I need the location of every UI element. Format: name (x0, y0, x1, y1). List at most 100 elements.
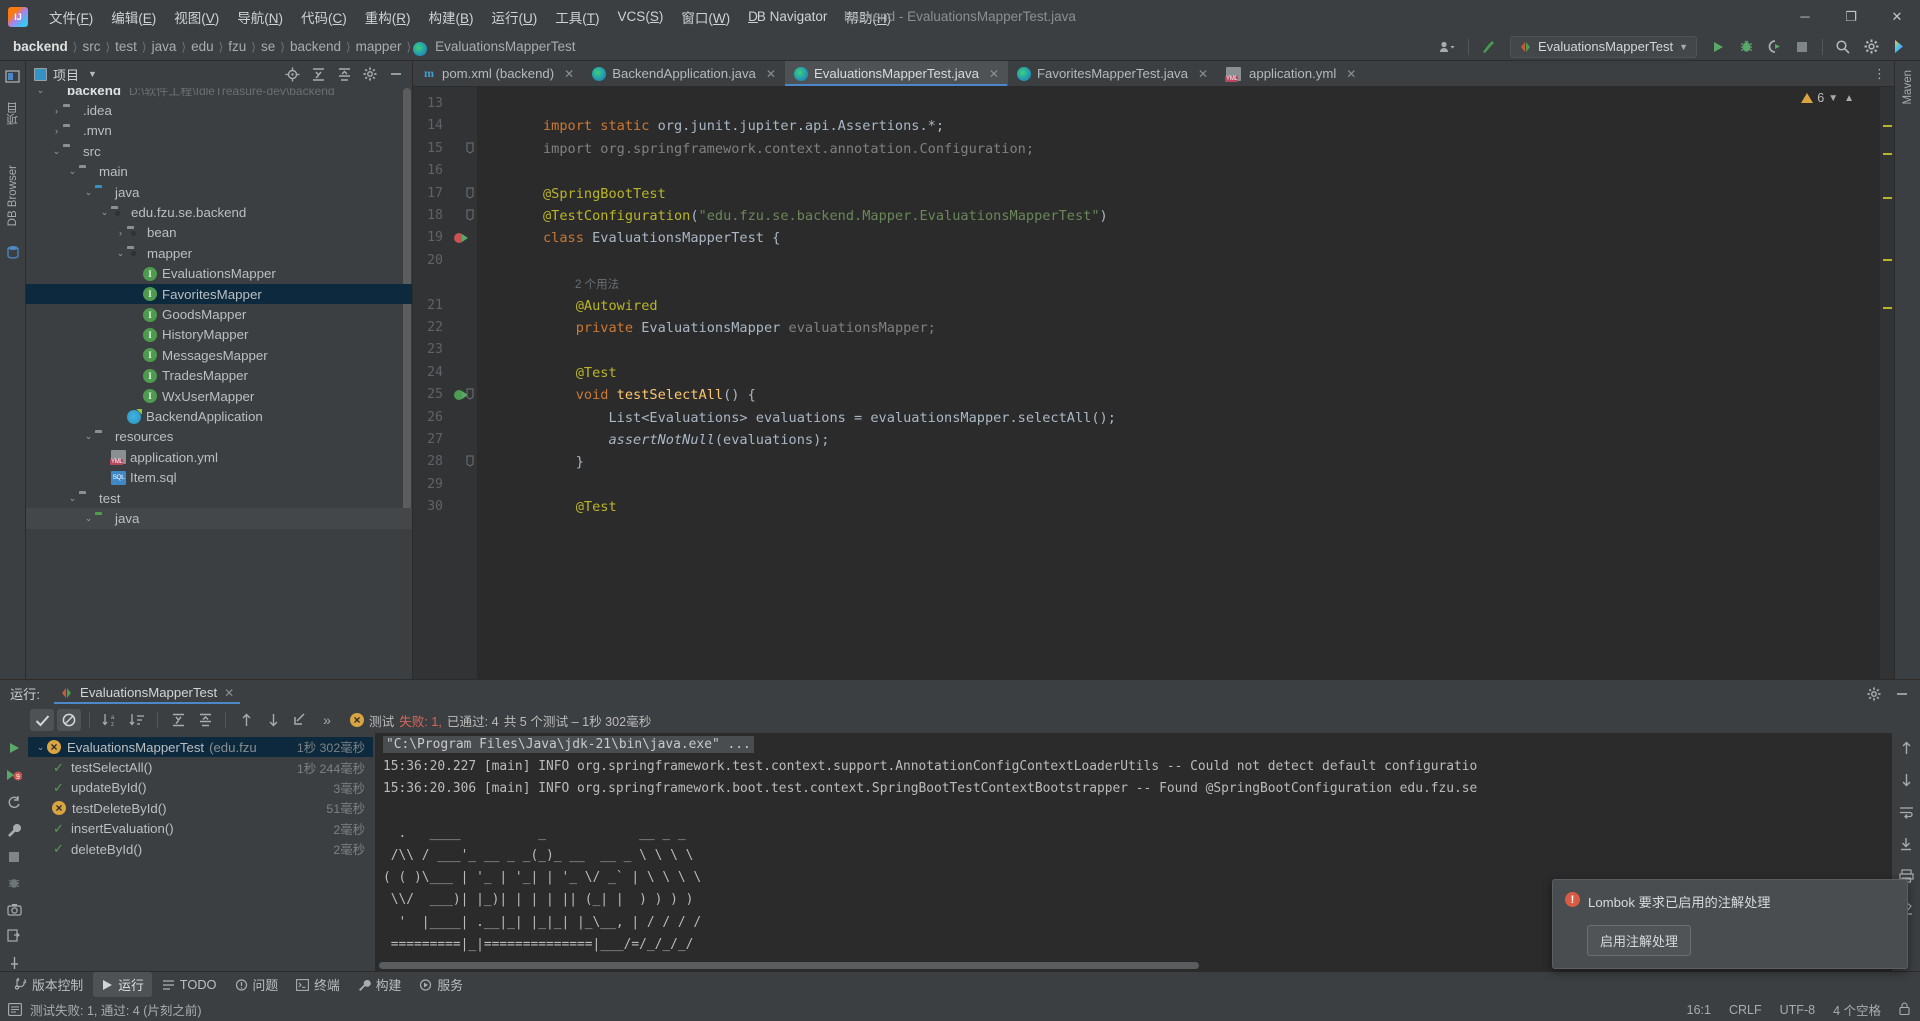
breadcrumb-item-mapper[interactable]: mapper (353, 38, 405, 55)
tree-expand-arrow[interactable]: ⌄ (82, 187, 95, 198)
tree-expand-arrow[interactable]: ⌄ (34, 742, 47, 753)
menu-edit[interactable]: 编辑(E) (102, 3, 165, 31)
soft-wrap-icon[interactable] (1897, 803, 1915, 821)
tree-expand-arrow[interactable]: › (114, 228, 127, 238)
inspection-status[interactable]: 6 ▼ ▲ (1801, 91, 1854, 105)
event-log-icon[interactable] (8, 1003, 22, 1016)
close-icon[interactable]: ✕ (1198, 67, 1208, 81)
tree-expand-arrow[interactable]: › (50, 126, 63, 136)
export-test-results-button[interactable] (288, 709, 312, 731)
lombok-notification[interactable]: Lombok 要求已启用的注解处理 启用注解处理 (1552, 879, 1908, 969)
lock-icon[interactable] (1899, 1002, 1910, 1018)
show-passed-button[interactable] (30, 709, 54, 731)
tree-expand-arrow[interactable]: ⌄ (82, 431, 95, 442)
tool-window-vcs[interactable]: 版本控制 (6, 972, 91, 997)
debug-icon[interactable] (5, 876, 23, 890)
test-tree-row[interactable]: ✓ testSelectAll() 1秒 244毫秒 (28, 757, 373, 777)
project-tree-node[interactable]: application.yml (26, 447, 412, 467)
hide-panel-icon[interactable] (384, 63, 408, 85)
prev-failed-button[interactable] (234, 709, 258, 731)
menu-view[interactable]: 视图(V) (165, 3, 228, 31)
project-tree-node[interactable]: ⌄ java (26, 182, 412, 202)
run-panel-tab[interactable]: EvaluationsMapperTest ✕ (54, 683, 241, 704)
user-icon[interactable] (1435, 35, 1461, 59)
caret-position[interactable]: 16:1 (1687, 1003, 1711, 1017)
code-fold-icon[interactable] (465, 209, 475, 224)
project-tree-node[interactable]: ⌄ java (26, 508, 412, 529)
chevron-down-icon[interactable]: ▼ (88, 69, 97, 79)
project-tree-node[interactable]: › bean (26, 223, 412, 243)
close-icon[interactable]: ✕ (224, 686, 234, 700)
project-tree-node[interactable]: I WxUserMapper (26, 386, 412, 406)
settings-icon[interactable] (358, 63, 382, 85)
breadcrumb-item-class[interactable]: EvaluationsMapperTest (432, 38, 578, 55)
editor-tab-3[interactable]: FavoritesMapperTest.java ✕ (1008, 61, 1217, 86)
sidebar-item-db-browser[interactable]: DB Browser (6, 162, 20, 229)
sort-alphabetically-button[interactable]: az (98, 709, 122, 731)
stop-icon[interactable] (5, 851, 23, 863)
breadcrumb-item-src[interactable]: src (79, 38, 103, 55)
project-tree-node[interactable]: ⌄ mapper (26, 243, 412, 263)
project-tree-node[interactable]: I HistoryMapper (26, 325, 412, 345)
enable-annotation-processing-button[interactable]: 启用注解处理 (1587, 925, 1692, 956)
tool-window-build[interactable]: 构建 (350, 972, 410, 997)
hide-ignored-button[interactable] (57, 709, 81, 731)
test-tree-row[interactable]: ✓ updateById() 3毫秒 (28, 778, 373, 798)
camera-icon[interactable] (5, 903, 23, 916)
stop-icon[interactable] (1789, 35, 1815, 59)
rerun-icon[interactable] (5, 741, 23, 755)
breadcrumb-item-java[interactable]: java (149, 38, 180, 55)
breadcrumb-item-backend-pkg[interactable]: backend (287, 38, 344, 55)
project-tool-icon[interactable] (4, 67, 22, 85)
project-tree-node[interactable]: ⌄ src (26, 141, 412, 161)
project-tree-node[interactable]: › .mvn (26, 121, 412, 141)
sidebar-item-project[interactable]: 项目 (4, 99, 22, 128)
collapse-all-icon[interactable] (332, 63, 356, 85)
search-icon[interactable] (1830, 35, 1856, 59)
editor-gutter[interactable]: 13 14 15 16 17 18 19 20 21 22 23 24 25 26 27 28 29 30 (413, 87, 477, 679)
code-fold-icon[interactable] (465, 142, 475, 157)
test-tree-row[interactable]: ⌄ EvaluationsMapperTest(edu.fzu 1秒 302毫秒 (28, 737, 373, 758)
project-tree-node[interactable]: Item.sql (26, 468, 412, 488)
project-tree-node[interactable]: BackendApplication (26, 406, 412, 426)
close-icon[interactable]: ✕ (1346, 67, 1356, 81)
tool-window-problems[interactable]: 问题 (227, 972, 287, 997)
menu-code[interactable]: 代码(C) (292, 3, 356, 31)
file-encoding[interactable]: UTF-8 (1780, 1003, 1815, 1017)
db-browser-icon[interactable] (4, 243, 22, 261)
code-fold-icon[interactable] (465, 388, 475, 403)
breadcrumb-item-test[interactable]: test (112, 38, 140, 55)
collapse-all-button[interactable] (193, 709, 217, 731)
breadcrumb-item-backend[interactable]: backend (10, 38, 71, 55)
rerun-failed-icon[interactable]: 9 (5, 768, 23, 782)
maximize-button[interactable]: ❐ (1828, 0, 1874, 33)
sort-by-duration-button[interactable] (125, 709, 149, 731)
tool-window-run[interactable]: 运行 (93, 972, 152, 997)
close-icon[interactable]: ✕ (766, 67, 776, 81)
menu-db-navigator[interactable]: DB Navigator (739, 5, 836, 28)
expand-all-button[interactable] (166, 709, 190, 731)
project-tree-node[interactable]: ⌄ edu.fzu.se.backend (26, 202, 412, 222)
menu-vcs[interactable]: VCS(S) (609, 5, 673, 28)
project-tree-node[interactable]: ⌄ resources (26, 427, 412, 447)
scroll-to-end-icon[interactable] (1897, 835, 1915, 853)
scroll-down-icon[interactable] (1897, 771, 1915, 789)
tree-expand-arrow[interactable]: ⌄ (34, 88, 47, 96)
code-fold-icon[interactable] (465, 187, 475, 202)
settings-wrench-icon[interactable] (5, 823, 23, 838)
code-fold-icon[interactable] (465, 455, 475, 470)
menu-navigate[interactable]: 导航(N) (228, 3, 292, 31)
export-icon[interactable] (5, 929, 23, 943)
tool-window-services[interactable]: 服务 (411, 972, 471, 997)
test-tree-row[interactable]: ✓ insertEvaluation() 2毫秒 (28, 819, 373, 839)
close-icon[interactable]: ✕ (989, 67, 999, 81)
project-tree-node[interactable]: ⌄ main (26, 162, 412, 182)
project-tree-node[interactable]: I EvaluationsMapper (26, 264, 412, 284)
project-tree[interactable]: ⌄ backend D:\软件工程\IdleTreasure-dev\backend… (26, 88, 412, 679)
menu-build[interactable]: 构建(B) (420, 3, 483, 31)
project-tree-node[interactable]: ⌄ backend D:\软件工程\IdleTreasure-dev\backend (26, 88, 412, 100)
tree-expand-arrow[interactable]: › (50, 106, 63, 116)
chevron-up-icon[interactable]: ▲ (1844, 93, 1854, 104)
breadcrumb-item-se[interactable]: se (258, 38, 278, 55)
editor-tab-4[interactable]: application.yml ✕ (1217, 61, 1365, 86)
